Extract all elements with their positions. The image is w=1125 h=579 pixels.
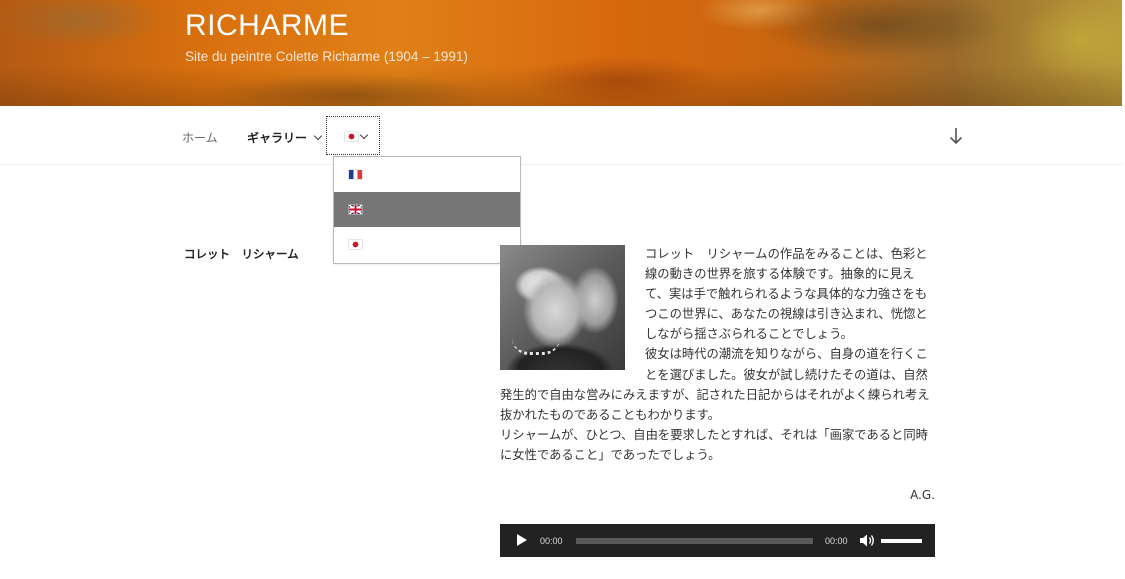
flag-jp-icon xyxy=(345,132,358,141)
chevron-down-icon xyxy=(313,131,323,141)
author-signature: A.G. xyxy=(910,488,935,502)
arrow-down-icon[interactable] xyxy=(948,126,964,146)
audio-player: 00:00 00:00 xyxy=(500,524,935,557)
language-option-english[interactable] xyxy=(334,192,520,227)
flag-fr-icon xyxy=(349,170,362,179)
header-banner: RICHARME Site du peintre Colette Richarm… xyxy=(0,0,1122,106)
flag-uk-icon xyxy=(349,205,362,214)
site-description: Site du peintre Colette Richarme (1904 –… xyxy=(185,49,468,64)
language-option-french[interactable] xyxy=(334,157,520,192)
language-switcher[interactable] xyxy=(326,116,380,155)
current-time: 00:00 xyxy=(540,536,563,546)
nav-item-gallery-label: ギャラリー xyxy=(247,131,308,145)
volume-slider[interactable] xyxy=(881,539,922,543)
nav-item-home[interactable]: ホーム xyxy=(182,129,218,146)
language-dropdown-menu xyxy=(333,156,521,264)
duration: 00:00 xyxy=(825,536,848,546)
play-icon[interactable] xyxy=(517,534,527,546)
paragraph: リシャームが、ひとつ、自由を要求したとすれば、それは「画家であると同時に女性であ… xyxy=(500,427,928,462)
volume-icon[interactable] xyxy=(859,533,876,548)
main-navigation: ホーム ギャラリー xyxy=(0,106,1122,165)
progress-slider[interactable] xyxy=(576,538,813,544)
flag-jp-icon xyxy=(349,240,362,249)
entry-title: コレット リシャーム xyxy=(184,247,299,261)
entry-content: コレット リシャームの作品をみることは、色彩と線の動きの世界を旅する体験です。抽… xyxy=(500,244,937,465)
nav-item-gallery[interactable]: ギャラリー xyxy=(247,129,323,146)
site-title[interactable]: RICHARME xyxy=(185,9,349,43)
language-option-japanese[interactable] xyxy=(334,227,520,262)
banner-shade xyxy=(0,66,1122,106)
chevron-down-icon xyxy=(359,130,369,140)
